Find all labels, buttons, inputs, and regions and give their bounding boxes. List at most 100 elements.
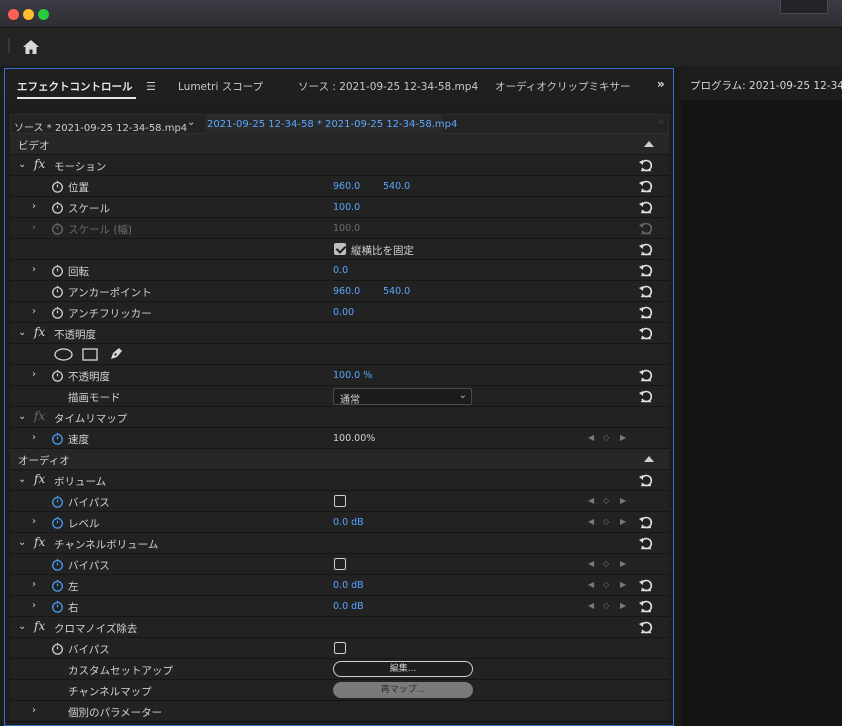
- program-monitor-title[interactable]: プログラム: 2021-09-25 12-34-58: [690, 78, 842, 93]
- stopwatch-active-icon[interactable]: [51, 579, 64, 592]
- param-rotation[interactable]: › 回転 0.0: [10, 260, 669, 281]
- fx-icon[interactable]: fx: [34, 535, 45, 549]
- speed-value[interactable]: 100.00%: [333, 433, 375, 444]
- blend-mode-select[interactable]: 通常 ⌄: [333, 388, 472, 406]
- stopwatch-active-icon[interactable]: [51, 495, 64, 508]
- param-left-channel[interactable]: › 左 0.0 dB ◀ ◇ ▶: [10, 575, 669, 596]
- source-clip-label[interactable]: ソース * 2021-09-25 12-34-58.mp4: [14, 119, 187, 134]
- bypass-checkbox[interactable]: [334, 558, 346, 570]
- rotation-value[interactable]: 0.0: [333, 265, 348, 276]
- reset-icon[interactable]: [638, 179, 654, 193]
- stopwatch-active-icon[interactable]: [51, 600, 64, 613]
- position-x-value[interactable]: 960.0: [333, 181, 360, 192]
- param-opacity[interactable]: › 不透明度 100.0 %: [10, 365, 669, 386]
- collapse-up-icon[interactable]: [644, 456, 654, 462]
- param-scale[interactable]: › スケール 100.0: [10, 197, 669, 218]
- level-value[interactable]: 0.0 dB: [333, 517, 364, 528]
- stopwatch-icon[interactable]: [51, 369, 64, 382]
- next-keyframe-icon[interactable]: ▶: [620, 559, 626, 568]
- reset-icon[interactable]: [638, 242, 654, 256]
- tab-effect-controls[interactable]: エフェクトコントロール: [17, 79, 133, 94]
- add-keyframe-icon[interactable]: ◇: [603, 517, 609, 526]
- effect-opacity[interactable]: ⌄ fx 不透明度: [10, 323, 669, 344]
- close-window-button[interactable]: [8, 9, 19, 20]
- grip-icon[interactable]: ⁘: [657, 118, 665, 128]
- tab-lumetri-scopes[interactable]: Lumetri スコープ: [178, 79, 263, 94]
- opacity-value[interactable]: 100.0 %: [333, 370, 372, 381]
- chevron-right-icon[interactable]: ›: [32, 432, 36, 443]
- chevron-down-icon[interactable]: ⌄: [18, 621, 26, 632]
- tab-audio-clip-mixer[interactable]: オーディオクリップミキサー: [495, 79, 631, 94]
- uniform-scale-checkbox[interactable]: [334, 243, 346, 255]
- reset-icon[interactable]: [638, 305, 654, 319]
- reset-icon[interactable]: [638, 578, 654, 592]
- add-keyframe-icon[interactable]: ◇: [603, 433, 609, 442]
- more-tabs-icon[interactable]: »: [657, 77, 665, 91]
- chevron-right-icon[interactable]: ›: [32, 516, 36, 527]
- param-custom-setup[interactable]: カスタムセットアップ 編集...: [10, 659, 669, 680]
- effect-volume[interactable]: ⌄ fx ボリューム: [10, 470, 669, 491]
- chevron-right-icon[interactable]: ›: [32, 201, 36, 212]
- collapse-up-icon[interactable]: [644, 141, 654, 147]
- reset-icon[interactable]: [638, 368, 654, 382]
- bypass-checkbox[interactable]: [334, 642, 346, 654]
- chevron-right-icon[interactable]: ›: [32, 306, 36, 317]
- stopwatch-active-icon[interactable]: [51, 558, 64, 571]
- effect-channel-volume[interactable]: ⌄ fx チャンネルボリューム: [10, 533, 669, 554]
- rectangle-mask-icon[interactable]: [82, 348, 98, 361]
- chevron-right-icon[interactable]: ›: [32, 264, 36, 275]
- param-bypass[interactable]: バイパス ◀ ◇ ▶: [10, 554, 669, 575]
- stopwatch-icon[interactable]: [51, 201, 64, 214]
- reset-icon[interactable]: [638, 284, 654, 298]
- reset-icon[interactable]: [638, 536, 654, 550]
- minimize-window-button[interactable]: [23, 9, 34, 20]
- reset-icon[interactable]: [638, 515, 654, 529]
- home-icon[interactable]: [22, 38, 40, 56]
- param-channel-map[interactable]: チャンネルマップ 再マップ...: [10, 680, 669, 701]
- reset-icon[interactable]: [638, 263, 654, 277]
- prev-keyframe-icon[interactable]: ◀: [588, 496, 594, 505]
- next-keyframe-icon[interactable]: ▶: [620, 517, 626, 526]
- left-channel-value[interactable]: 0.0 dB: [333, 580, 364, 591]
- position-y-value[interactable]: 540.0: [383, 181, 410, 192]
- add-keyframe-icon[interactable]: ◇: [603, 601, 609, 610]
- effect-denoise[interactable]: ⌄ fx クロマノイズ除去: [10, 617, 669, 638]
- prev-keyframe-icon[interactable]: ◀: [588, 433, 594, 442]
- stopwatch-icon[interactable]: [51, 180, 64, 193]
- add-keyframe-icon[interactable]: ◇: [603, 580, 609, 589]
- reset-icon[interactable]: [638, 599, 654, 613]
- param-uniform-scale[interactable]: 縦横比を固定: [10, 239, 669, 260]
- param-anchor-point[interactable]: アンカーポイント 960.0 540.0: [10, 281, 669, 302]
- stopwatch-active-icon[interactable]: [51, 516, 64, 529]
- reset-icon[interactable]: [638, 200, 654, 214]
- prev-keyframe-icon[interactable]: ◀: [588, 517, 594, 526]
- reset-dropdown-icon[interactable]: [638, 620, 654, 634]
- stopwatch-icon[interactable]: [51, 285, 64, 298]
- param-blend-mode[interactable]: 描画モード 通常 ⌄: [10, 386, 669, 407]
- chevron-right-icon[interactable]: ›: [32, 369, 36, 380]
- prev-keyframe-icon[interactable]: ◀: [588, 601, 594, 610]
- param-speed[interactable]: › 速度 100.00% ◀ ◇ ▶: [10, 428, 669, 449]
- bypass-checkbox[interactable]: [334, 495, 346, 507]
- param-bypass[interactable]: バイパス ◀ ◇ ▶: [10, 491, 669, 512]
- chevron-down-icon[interactable]: ⌄: [18, 159, 26, 170]
- chevron-down-icon[interactable]: ⌄: [18, 537, 26, 548]
- ellipse-mask-icon[interactable]: [54, 348, 73, 361]
- stopwatch-icon[interactable]: [51, 264, 64, 277]
- panel-menu-icon[interactable]: ☰: [146, 80, 156, 93]
- chevron-down-icon[interactable]: ⌄: [187, 117, 195, 128]
- fx-icon[interactable]: fx: [34, 157, 45, 171]
- stopwatch-icon[interactable]: [51, 306, 64, 319]
- next-keyframe-icon[interactable]: ▶: [620, 433, 626, 442]
- fx-icon[interactable]: fx: [34, 409, 45, 423]
- next-keyframe-icon[interactable]: ▶: [620, 496, 626, 505]
- chevron-down-icon[interactable]: ⌄: [18, 327, 26, 338]
- chevron-right-icon[interactable]: ›: [32, 579, 36, 590]
- chevron-right-icon[interactable]: ›: [32, 600, 36, 611]
- param-individual-parameters[interactable]: › 個別のパラメーター: [10, 701, 669, 722]
- stopwatch-icon[interactable]: [51, 642, 64, 655]
- reset-icon[interactable]: [638, 389, 654, 403]
- uniform-scale-label[interactable]: 縦横比を固定: [351, 243, 414, 258]
- param-level[interactable]: › レベル 0.0 dB ◀ ◇ ▶: [10, 512, 669, 533]
- right-channel-value[interactable]: 0.0 dB: [333, 601, 364, 612]
